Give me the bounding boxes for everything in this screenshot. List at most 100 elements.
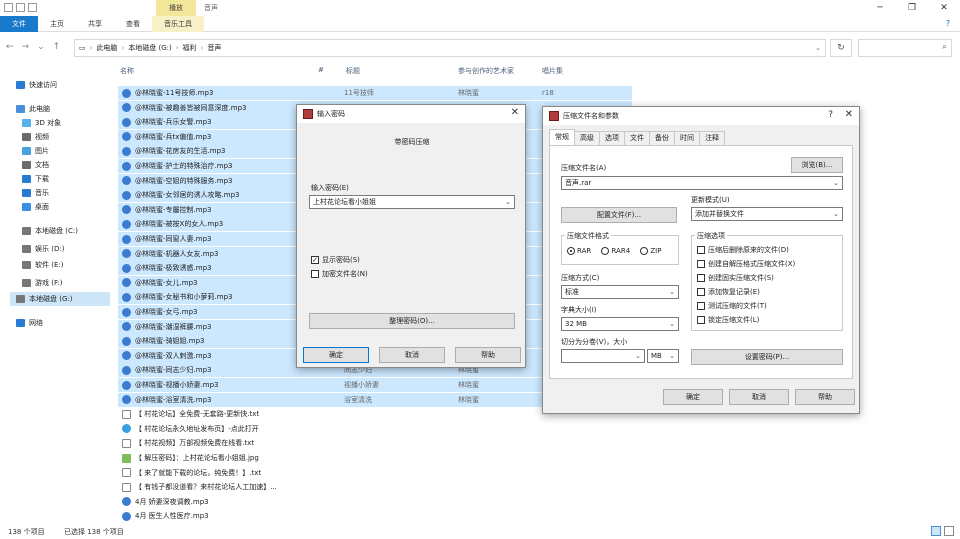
address-bar[interactable]: ▭ › 此电脑 › 本地磁盘 (G:) › 福利 › 音声 ⌄	[74, 39, 826, 57]
search-input[interactable]: ⌕	[858, 39, 952, 57]
tab-home[interactable]: 主页	[38, 16, 76, 32]
archive-option-checkbox[interactable]: 创建固实压缩文件(S)	[697, 273, 774, 283]
details-view-icon[interactable]	[931, 526, 941, 536]
close-icon[interactable]: ✕	[928, 0, 960, 16]
crumb-pc[interactable]: 此电脑	[96, 43, 117, 53]
radio-rar[interactable]: RAR	[567, 247, 591, 255]
file-row[interactable]: 4月 医生人性医疗.mp3	[118, 509, 632, 523]
set-password-button[interactable]: 设置密码(P)...	[691, 349, 843, 365]
help-icon[interactable]: ?	[936, 16, 960, 31]
file-row[interactable]: 【 村花论坛永久地址发布页】-点此打开	[118, 422, 632, 436]
sidebar-item[interactable]: 网络	[16, 316, 43, 330]
cancel-button[interactable]: 取消	[729, 389, 789, 405]
archive-option-checkbox[interactable]: 锁定压缩文件(L)	[697, 315, 759, 325]
sidebar-item[interactable]: 本地磁盘 (G:)	[10, 292, 110, 306]
tab-view[interactable]: 查看	[114, 16, 152, 32]
organize-passwords-button[interactable]: 整理密码(O)...	[309, 313, 515, 329]
sidebar-item[interactable]: 视频	[22, 130, 49, 144]
file-row[interactable]: 【 村花视频】万部视频免费在线看.txt	[118, 436, 632, 450]
large-icons-view-icon[interactable]	[944, 526, 954, 536]
file-row[interactable]: @林晓蜜-11号技师.mp3 11号技师 林晓蜜 r18	[118, 86, 632, 100]
file-name: 【 村花论坛】全免费-无套路-更新快.txt	[135, 410, 260, 419]
dictionary-select[interactable]: 32 MB ⌄	[561, 317, 679, 331]
sidebar-item[interactable]: 游戏 (F:)	[22, 276, 63, 290]
close-icon[interactable]: ✕	[511, 107, 519, 118]
quick-access-toolbar[interactable]	[4, 3, 37, 12]
minimize-icon[interactable]: ─	[864, 0, 896, 16]
archive-tab[interactable]: 选项	[599, 131, 625, 145]
method-select[interactable]: 标准 ⌄	[561, 285, 679, 299]
encrypt-names-checkbox[interactable]: 加密文件名(N)	[311, 269, 368, 279]
col-num[interactable]: #	[318, 66, 324, 82]
up-icon[interactable]: ↑	[53, 42, 61, 52]
archive-tab[interactable]: 常规	[549, 129, 575, 145]
archive-tab[interactable]: 高级	[574, 131, 600, 145]
sidebar-icon	[16, 319, 25, 327]
profiles-button[interactable]: 配置文件(F)...	[561, 207, 677, 223]
sidebar-item[interactable]: 音乐	[22, 186, 49, 200]
crumb-folder[interactable]: 福利	[183, 43, 197, 53]
archive-option-checkbox[interactable]: 添加恢复记录(E)	[697, 287, 760, 297]
tab-file[interactable]: 文件	[0, 16, 38, 32]
browse-button[interactable]: 浏览(B)...	[791, 157, 843, 173]
show-password-checkbox[interactable]: ✓ 显示密码(S)	[311, 255, 360, 265]
sidebar-item[interactable]: 此电脑	[16, 102, 50, 116]
crumb-drive[interactable]: 本地磁盘 (G:)	[128, 43, 171, 53]
winrar-icon	[549, 111, 559, 121]
archive-tab[interactable]: 注释	[699, 131, 725, 145]
file-row[interactable]: 【 解压密码】：上村花论坛看小姐姐.jpg	[118, 451, 632, 465]
context-tab-play[interactable]: 播放	[156, 0, 196, 16]
audio-file-icon	[122, 219, 131, 229]
tab-music-tools[interactable]: 音乐工具	[152, 16, 204, 32]
file-row[interactable]: 【 有钱子都没道看？来村花论坛人工加速】...	[118, 480, 632, 494]
forward-icon[interactable]: →	[22, 42, 30, 52]
split-unit-select[interactable]: MB ⌄	[647, 349, 679, 363]
col-album[interactable]: 唱片集	[542, 66, 563, 82]
col-artist[interactable]: 参与创作的艺术家	[458, 66, 514, 82]
radio-rar4[interactable]: RAR4	[601, 247, 630, 255]
ribbon-tabs: 文件 主页 共享 查看 音乐工具 ?	[0, 16, 960, 32]
help-icon[interactable]: ?	[828, 110, 833, 120]
help-button[interactable]: 帮助	[795, 389, 855, 405]
audio-file-icon	[122, 132, 131, 142]
maximize-icon[interactable]: ❐	[896, 0, 928, 16]
archive-name-input[interactable]: 音声.rar ⌄	[561, 176, 843, 190]
file-row[interactable]: 【 来了就能下载的论坛，纯免费！】.txt	[118, 466, 632, 480]
sidebar-item[interactable]: 软件 (E:)	[22, 258, 63, 272]
sidebar-item[interactable]: 本地磁盘 (C:)	[22, 224, 78, 238]
sidebar-item[interactable]: 图片	[22, 144, 49, 158]
sidebar-item[interactable]: 下载	[22, 172, 49, 186]
archive-tab[interactable]: 文件	[624, 131, 650, 145]
audio-file-icon	[122, 380, 131, 390]
back-icon[interactable]: ←	[6, 42, 14, 52]
crumb-current[interactable]: 音声	[207, 43, 221, 53]
update-mode-select[interactable]: 添加并替换文件 ⌄	[691, 207, 843, 221]
cancel-button[interactable]: 取消	[379, 347, 445, 363]
recent-chevron-icon[interactable]: ⌄	[37, 42, 45, 52]
password-input[interactable]: 上村花论坛看小姐姐 ⌄	[309, 195, 515, 209]
archive-dialog: 压缩文件名和参数 ? ✕ 常规 高级 选项 文件 备份 时间 注释 压缩文件名(A) 浏览(…	[542, 106, 860, 414]
sidebar-item[interactable]: 快速访问	[16, 78, 57, 92]
help-button[interactable]: 帮助	[455, 347, 521, 363]
ok-button[interactable]: 确定	[303, 347, 369, 363]
tab-share[interactable]: 共享	[76, 16, 114, 32]
archive-option-checkbox[interactable]: 测试压缩的文件(T)	[697, 301, 767, 311]
close-icon[interactable]: ✕	[845, 109, 853, 120]
chevron-down-icon[interactable]: ⌄	[815, 44, 821, 52]
format-label: 压缩文件格式	[565, 231, 611, 241]
archive-option-checkbox[interactable]: 压缩后删除原来的文件(D)	[697, 245, 789, 255]
file-row[interactable]: 4月 娇妻深夜调教.mp3	[118, 495, 632, 509]
sidebar-item[interactable]: 娱乐 (D:)	[22, 242, 64, 256]
sidebar-item[interactable]: 3D 对象	[22, 116, 61, 130]
ok-button[interactable]: 确定	[663, 389, 723, 405]
col-name[interactable]: 名称	[120, 66, 134, 82]
refresh-button[interactable]: ↻	[830, 39, 852, 57]
sidebar-item[interactable]: 桌面	[22, 200, 49, 214]
sidebar-item[interactable]: 文档	[22, 158, 49, 172]
split-size-input[interactable]: ⌄	[561, 349, 645, 363]
archive-option-checkbox[interactable]: 创建自解压格式压缩文件(X)	[697, 259, 795, 269]
archive-tab[interactable]: 时间	[674, 131, 700, 145]
col-title[interactable]: 标题	[346, 66, 360, 82]
archive-tab[interactable]: 备份	[649, 131, 675, 145]
radio-zip[interactable]: ZIP	[640, 247, 661, 255]
